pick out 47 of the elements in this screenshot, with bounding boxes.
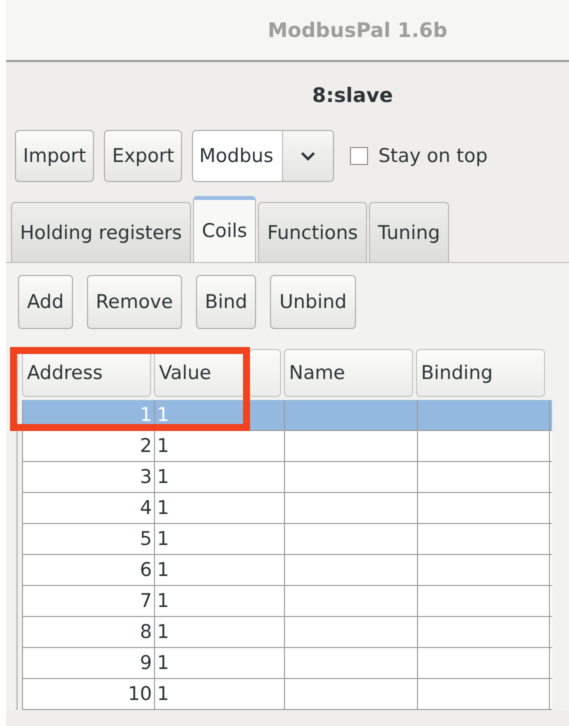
- address-cell: 4: [22, 493, 154, 523]
- toolbar-button[interactable]: Import: [15, 130, 94, 182]
- table-row[interactable]: 8 1: [22, 617, 552, 648]
- value-cell: 1: [154, 524, 284, 554]
- checkbox-label: Stay on top: [378, 145, 488, 167]
- address-cell: 9: [22, 648, 154, 678]
- value-cell: 1: [154, 555, 284, 585]
- table-row[interactable]: 5 1: [22, 524, 552, 555]
- table-row[interactable]: 7 1: [22, 586, 552, 617]
- table-row[interactable]: 2 1: [22, 431, 552, 462]
- checkbox[interactable]: [350, 147, 368, 165]
- address-cell: 1: [22, 400, 154, 430]
- address-cell: 8: [22, 617, 154, 647]
- toolbar-button[interactable]: Export: [104, 130, 182, 182]
- column-header[interactable]: Name: [284, 349, 413, 397]
- address-cell: 2: [22, 431, 154, 461]
- chevron-down-icon: [301, 152, 316, 160]
- window-title: ModbusPal 1.6b: [266, 17, 448, 44]
- action-button[interactable]: Unbind: [270, 275, 356, 329]
- tab[interactable]: Holding registers: [11, 202, 191, 262]
- value-cell: 1: [154, 462, 284, 492]
- address-cell: 7: [22, 586, 154, 616]
- address-cell: 5: [22, 524, 154, 554]
- column-header[interactable]: Binding: [416, 349, 545, 397]
- value-cell: 1: [154, 493, 284, 523]
- tab[interactable]: Tuning: [368, 202, 450, 262]
- address-cell: 3: [22, 462, 154, 492]
- value-cell: 1: [154, 431, 284, 461]
- table-row[interactable]: 10 1: [22, 679, 552, 710]
- table-row[interactable]: 6 1: [22, 555, 552, 586]
- table-row[interactable]: 4 1: [22, 493, 552, 524]
- table-row[interactable]: 9 1: [22, 648, 552, 679]
- address-cell: 10: [22, 679, 154, 709]
- format-dropdown[interactable]: Modbus: [192, 130, 334, 182]
- action-button[interactable]: Remove: [86, 275, 182, 329]
- value-cell: 1: [154, 648, 284, 678]
- address-cell: 6: [22, 555, 154, 585]
- value-cell: 1: [154, 586, 284, 616]
- tab[interactable]: Coils: [192, 196, 256, 262]
- action-button[interactable]: Bind: [196, 275, 256, 329]
- value-cell: 1: [154, 679, 284, 709]
- tab[interactable]: Functions: [258, 202, 367, 262]
- value-cell: 1: [154, 400, 284, 430]
- dialog-title: 8:slave: [311, 82, 394, 109]
- value-cell: 1: [154, 617, 284, 647]
- table-row[interactable]: 3 1: [22, 462, 552, 493]
- action-button[interactable]: Add: [18, 275, 73, 329]
